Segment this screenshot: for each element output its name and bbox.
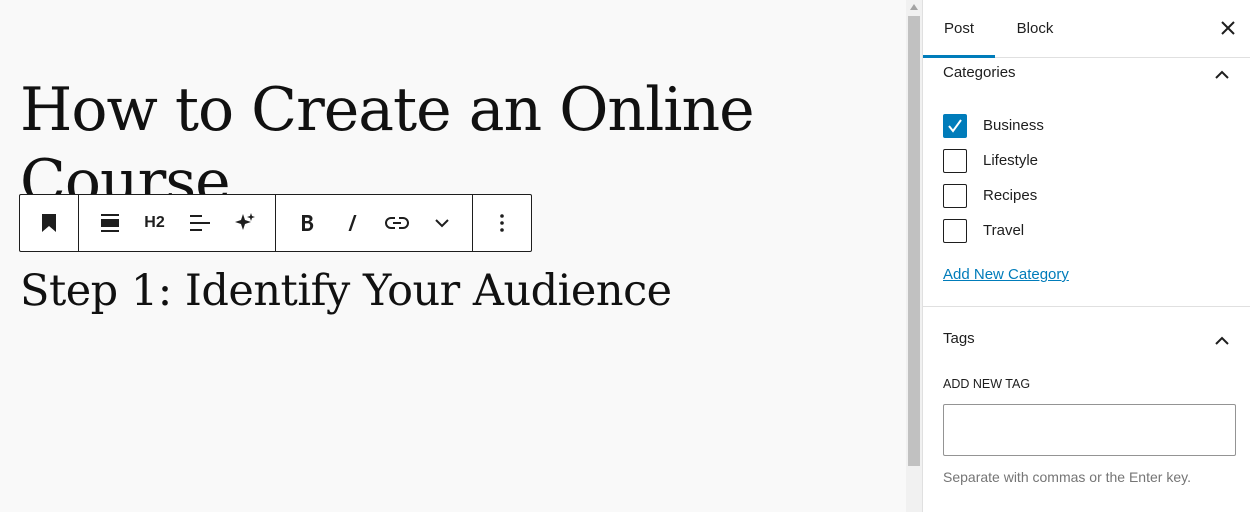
block-toolbar: H2 — [19, 194, 532, 252]
tags-panel-header[interactable]: Tags — [923, 324, 1250, 354]
toolbar-group-options — [473, 195, 531, 251]
chevron-up-icon[interactable] — [1214, 332, 1230, 345]
category-label: Travel — [983, 222, 1025, 239]
categories-list: Business Lifestyle Recipes Travel — [943, 108, 1044, 248]
bookmark-icon[interactable] — [27, 195, 72, 251]
bold-icon[interactable] — [284, 195, 329, 251]
close-icon[interactable] — [1218, 18, 1238, 38]
tab-block[interactable]: Block — [1005, 0, 1065, 57]
category-checkbox-recipes[interactable] — [943, 183, 967, 208]
heading-level-label: H2 — [144, 214, 165, 231]
category-item-travel[interactable]: Travel — [943, 213, 1044, 248]
category-label: Business — [983, 117, 1044, 134]
heading-block[interactable]: Step 1: Identify Your Audience — [20, 262, 880, 320]
tags-title: Tags — [943, 330, 975, 347]
heading-level-button[interactable]: H2 — [132, 195, 177, 251]
scroll-up-arrow-icon[interactable] — [910, 4, 918, 10]
text-align-icon[interactable] — [177, 195, 222, 251]
chevron-up-icon[interactable] — [1214, 66, 1230, 79]
link-icon[interactable] — [374, 195, 419, 251]
toolbar-group-layout: H2 — [79, 195, 276, 251]
editor-canvas: How to Create an Online Course Step 1: I… — [0, 0, 906, 512]
category-item-lifestyle[interactable]: Lifestyle — [943, 143, 1044, 178]
sparkle-icon[interactable] — [222, 195, 267, 251]
editor-scrollbar[interactable] — [906, 0, 922, 512]
category-label: Lifestyle — [983, 152, 1039, 169]
settings-sidebar: Post Block Categories Business Lifestyle… — [922, 0, 1250, 512]
categories-panel-header[interactable]: Categories — [923, 58, 1250, 88]
panel-divider — [923, 306, 1250, 307]
categories-title: Categories — [943, 64, 1016, 81]
more-options-icon[interactable] — [480, 195, 525, 251]
add-new-tag-label: ADD NEW TAG — [943, 377, 1031, 391]
sidebar-tabs: Post Block — [923, 0, 1250, 58]
category-item-recipes[interactable]: Recipes — [943, 178, 1044, 213]
category-checkbox-business[interactable] — [943, 113, 967, 138]
tag-help-text: Separate with commas or the Enter key. — [943, 469, 1191, 485]
add-new-category-link[interactable]: Add New Category — [943, 266, 1069, 283]
category-item-business[interactable]: Business — [943, 108, 1044, 143]
align-icon[interactable] — [87, 195, 132, 251]
scroll-thumb[interactable] — [908, 16, 920, 466]
add-tag-input[interactable] — [943, 404, 1236, 456]
category-checkbox-travel[interactable] — [943, 218, 967, 243]
chevron-down-icon[interactable] — [419, 195, 464, 251]
category-label: Recipes — [983, 187, 1038, 204]
tab-post[interactable]: Post — [923, 0, 995, 58]
italic-icon[interactable] — [329, 195, 374, 251]
toolbar-group-format — [276, 195, 473, 251]
category-checkbox-lifestyle[interactable] — [943, 148, 967, 173]
toolbar-group-block — [20, 195, 79, 251]
